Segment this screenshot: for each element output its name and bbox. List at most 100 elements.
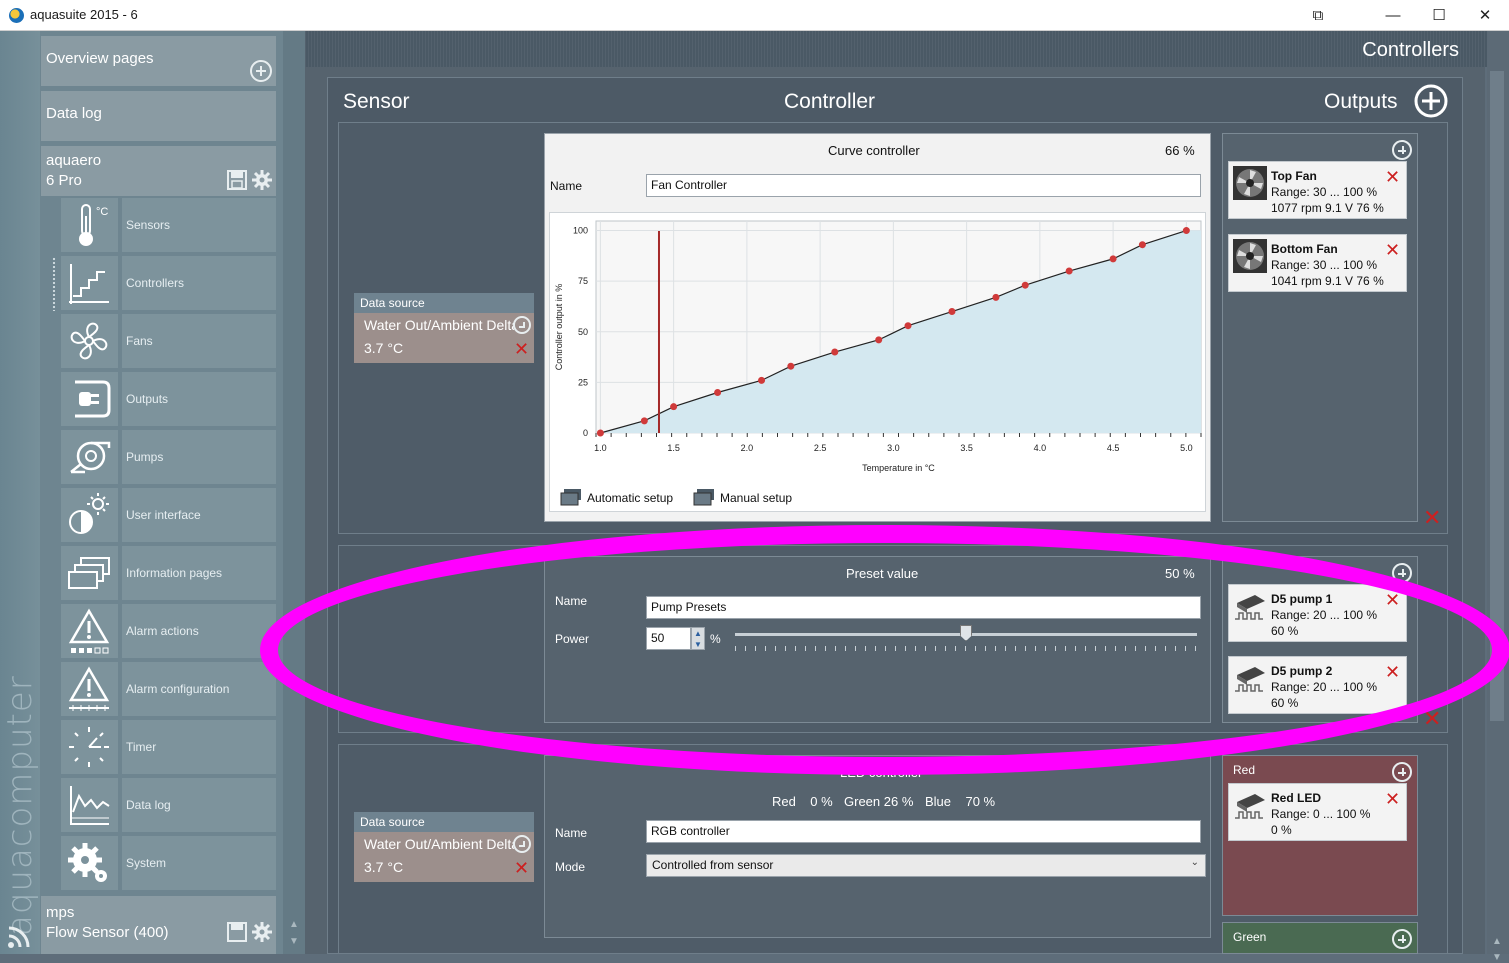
output-card-d5-pump-1[interactable]: D5 pump 1 Range: 20 ... 100 % 60 % ✕ <box>1228 584 1407 642</box>
sidebar-item-information-pages[interactable]: Information pages <box>61 546 276 600</box>
thermometer-icon: °C <box>79 204 108 246</box>
output-card-bottom-fan[interactable]: Bottom Fan Range: 30 ... 100 % 1041 rpm … <box>1228 234 1407 292</box>
sidebar-item-outputs[interactable]: Outputs <box>61 372 276 426</box>
sidebar-item-label: Alarm actions <box>122 604 276 658</box>
chevron-down-icon: ⌄ <box>1190 857 1199 868</box>
add-output-icon[interactable] <box>1392 762 1412 782</box>
remove-source-icon[interactable]: ✕ <box>514 859 529 877</box>
output-chip-icon <box>1235 794 1265 819</box>
remove-output-icon[interactable]: ✕ <box>1385 168 1400 186</box>
add-overview-icon[interactable] <box>250 60 272 82</box>
rgb-green-value: Green 26 % <box>844 794 914 809</box>
sidebar-item-data-log[interactable]: Data log <box>61 778 276 832</box>
curve-point <box>1109 255 1117 263</box>
delete-controller-icon[interactable]: ✕ <box>1423 708 1441 730</box>
device-mps[interactable]: mps Flow Sensor (400) <box>41 896 276 954</box>
y-tick-label: 100 <box>573 226 588 236</box>
device-aquaero[interactable]: aquaero 6 Pro <box>41 146 276 196</box>
scroll-down-icon[interactable]: ▼ <box>289 936 299 947</box>
preset-name-input[interactable]: Pump Presets <box>646 596 1201 619</box>
controller-name-input[interactable]: Fan Controller <box>646 174 1201 197</box>
sidebar-scrollbar[interactable]: ▲ ▼ <box>283 31 305 954</box>
sidebar-item-timer[interactable]: Timer <box>61 720 276 774</box>
stepper-down-icon[interactable]: ▼ <box>692 639 704 650</box>
data-source-box[interactable]: Data source Water Out/Ambient Delta 3.7 … <box>354 293 534 363</box>
curve-chart[interactable]: 1.0 1.5 2.0 2.5 3.0 3.5 4.0 4.5 5.0 0 25 50 75 100 Tem… <box>550 213 1207 513</box>
main-scrollbar[interactable]: ▲ ▼ <box>1487 31 1509 963</box>
stepper-up-icon[interactable]: ▲ <box>692 628 704 639</box>
sidebar-item-label: Pumps <box>122 430 276 484</box>
sidebar-item-system[interactable]: System <box>61 836 276 890</box>
scroll-up-icon[interactable]: ▲ <box>1492 936 1502 947</box>
data-source-box[interactable]: Data source Water Out/Ambient Delta 3.7 … <box>354 812 534 882</box>
minimize-button[interactable]: — <box>1370 0 1416 31</box>
add-output-icon[interactable] <box>1392 140 1412 160</box>
sidebar-item-label: Alarm configuration <box>122 662 276 716</box>
sidebar-item-sensors[interactable]: °C Sensors <box>61 198 276 252</box>
remove-source-icon[interactable]: ✕ <box>514 340 529 358</box>
mode-select-value: Controlled from sensor <box>652 858 774 872</box>
sidebar-item-alarm-configuration[interactable]: Alarm configuration <box>61 662 276 716</box>
add-output-icon[interactable] <box>1392 563 1412 583</box>
close-button[interactable]: ✕ <box>1462 0 1508 31</box>
gear-icon[interactable] <box>251 921 273 943</box>
brand-logo: aquacomputer <box>0 675 40 936</box>
output-card-d5-pump-2[interactable]: D5 pump 2 Range: 20 ... 100 % 60 % ✕ <box>1228 656 1407 714</box>
data-log-item[interactable]: Data log <box>41 91 276 141</box>
led-name-input[interactable]: RGB controller <box>646 820 1201 843</box>
add-output-icon[interactable] <box>1392 929 1412 949</box>
sidebar-item-label: Information pages <box>122 546 276 600</box>
sidebar-item-pumps[interactable]: Pumps <box>61 430 276 484</box>
output-range: Range: 30 ... 100 % <box>1271 185 1378 199</box>
restore-icon[interactable]: ⧉ <box>1295 0 1341 31</box>
selected-marker <box>52 257 56 311</box>
remove-output-icon[interactable]: ✕ <box>1385 663 1400 681</box>
x-tick-label: 2.5 <box>814 443 827 453</box>
sidebar-item-user-interface[interactable]: User interface <box>61 488 276 542</box>
save-icon[interactable] <box>227 922 247 942</box>
x-tick-label: 4.5 <box>1107 443 1120 453</box>
remove-output-icon[interactable]: ✕ <box>1385 591 1400 609</box>
brightness-icon <box>69 493 109 534</box>
fan-icon <box>1233 239 1267 273</box>
controller-percent: 66 % <box>1165 143 1195 158</box>
maximize-button[interactable]: ☐ <box>1416 0 1462 31</box>
delete-controller-icon[interactable]: ✕ <box>1423 507 1441 529</box>
rss-icon[interactable] <box>6 924 32 950</box>
power-stepper[interactable]: ▲ ▼ <box>691 627 705 650</box>
sidebar-item-alarm-actions[interactable]: Alarm actions <box>61 604 276 658</box>
add-source-icon[interactable] <box>513 835 531 853</box>
add-output-icon[interactable] <box>1414 84 1448 118</box>
app-logo-icon <box>9 8 24 23</box>
controller-title: Preset value <box>846 566 919 581</box>
remove-output-icon[interactable]: ✕ <box>1385 790 1400 808</box>
curve-point <box>640 417 648 425</box>
led-controller-panel: LED controller Red 0 % Green 26 % Blue 7… <box>544 755 1211 938</box>
curve-point <box>714 389 722 397</box>
save-icon[interactable] <box>227 170 247 190</box>
sidebar-item-label: Fans <box>122 314 276 368</box>
output-card-red-led[interactable]: Red LED Range: 0 ... 100 % 0 % ✕ <box>1228 783 1407 841</box>
sidebar-item-fans[interactable]: Fans <box>61 314 276 368</box>
device-name: aquaero <box>46 152 102 169</box>
sidebar-item-controllers[interactable]: Controllers <box>61 256 276 310</box>
output-status: 1041 rpm 9.1 V 76 % <box>1271 274 1384 288</box>
remove-output-icon[interactable]: ✕ <box>1385 241 1400 259</box>
data-log-label: Data log <box>46 105 102 122</box>
output-chip-icon <box>1235 595 1265 620</box>
power-slider-thumb[interactable] <box>960 625 972 641</box>
device-model: Flow Sensor (400) <box>46 924 169 941</box>
overview-pages-item[interactable]: Overview pages <box>41 36 276 86</box>
fan-icon <box>1233 166 1267 200</box>
curve-point <box>1021 281 1029 289</box>
green-group-label: Green <box>1233 930 1267 944</box>
scroll-thumb[interactable] <box>1490 71 1504 721</box>
add-source-icon[interactable] <box>513 316 531 334</box>
rgb-red-value: Red 0 % <box>772 794 833 809</box>
name-label: Name <box>555 594 588 608</box>
gear-icon[interactable] <box>251 169 273 191</box>
output-card-top-fan[interactable]: Top Fan Range: 30 ... 100 % 1077 rpm 9.1… <box>1228 161 1407 219</box>
mode-select[interactable]: Controlled from sensor ⌄ <box>646 854 1206 877</box>
power-input[interactable]: 50 <box>646 627 691 650</box>
scroll-up-icon[interactable]: ▲ <box>289 919 299 930</box>
